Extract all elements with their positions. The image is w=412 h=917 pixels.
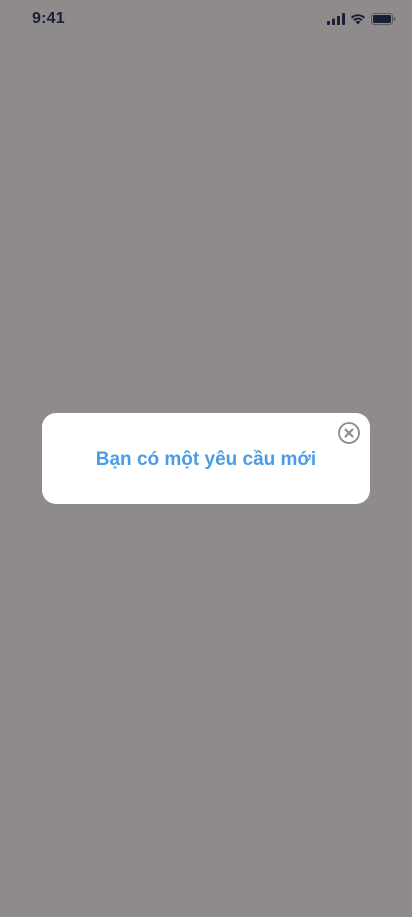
- status-bar: 9:41: [0, 0, 412, 40]
- modal-message: Bạn có một yêu cầu mới: [95, 449, 317, 470]
- close-button[interactable]: [337, 421, 361, 445]
- notification-modal: Bạn có một yêu cầu mới: [42, 413, 370, 504]
- status-time: 9:41: [32, 10, 65, 27]
- signal-icon: [327, 13, 345, 25]
- close-icon: [337, 421, 361, 445]
- status-icons: [327, 12, 396, 26]
- battery-icon: [371, 13, 396, 25]
- wifi-icon: [350, 13, 366, 25]
